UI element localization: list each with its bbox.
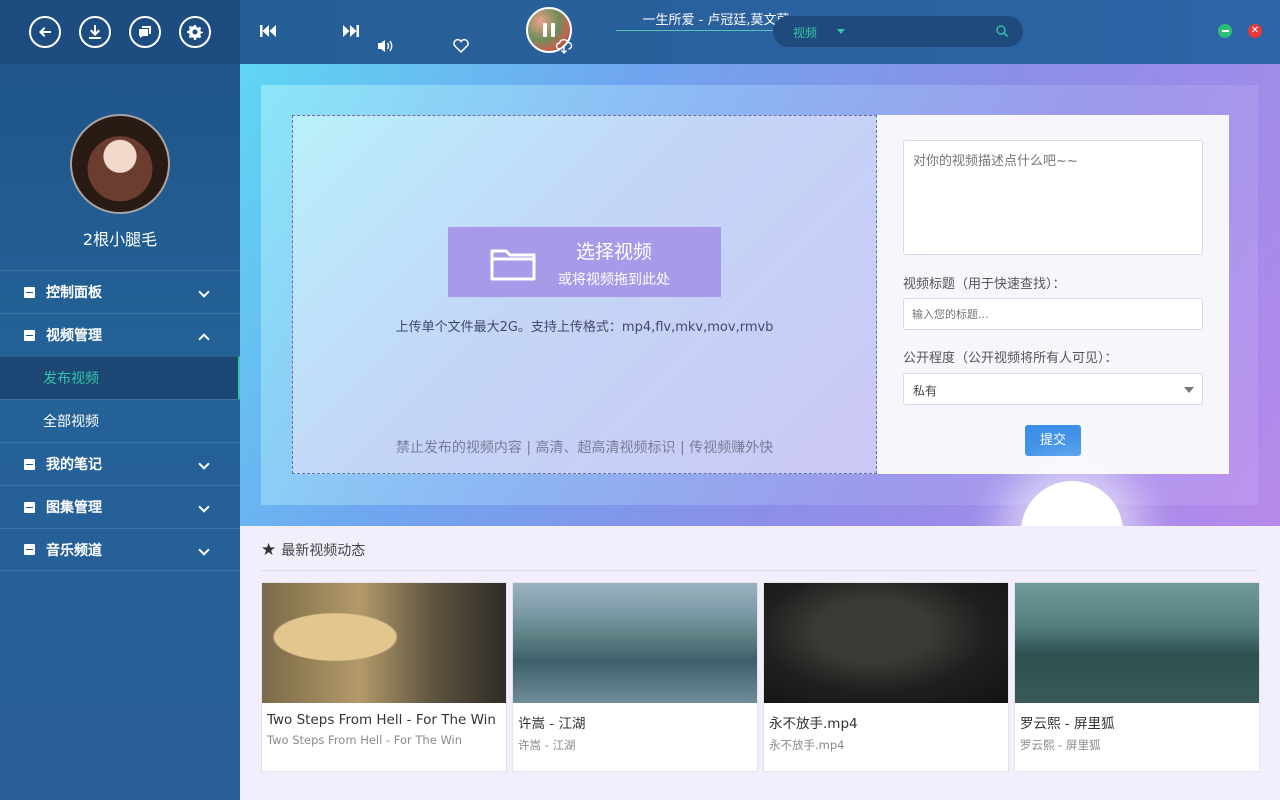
submit-button[interactable]: 提交 (1025, 425, 1081, 456)
chat-icon (139, 26, 151, 38)
sidebar-toolbar (0, 0, 240, 64)
upload-panel: 选择视频 或将视频拖到此处 上传单个文件最大2G。支持上传格式：mp4,flv,… (240, 64, 1280, 583)
sidebar-item-label: 音乐频道 (46, 542, 102, 559)
sidebar: 2根小腿毛 控制面板 视频管理 发布视频 全部视频 我的笔记 图集管理 音乐频道 (0, 0, 240, 800)
upload-format-hint: 上传单个文件最大2G。支持上传格式：mp4,flv,mkv,mov,rmvb (395, 320, 774, 335)
privacy-label: 公开程度（公开视频将所有人可见）： (903, 351, 1118, 366)
section-title: 最新视频动态 (281, 543, 366, 559)
close-button[interactable]: ✕ (1248, 24, 1262, 38)
video-description-field[interactable] (903, 140, 1203, 255)
video-card[interactable]: 罗云熙 - 屏里狐 罗云熙 - 屏里狐 (1014, 582, 1260, 772)
video-title-label: 视频标题（用于快速查找）： (903, 277, 1066, 292)
privacy-select[interactable]: 私有 (903, 373, 1203, 405)
video-card-subtitle: 罗云熙 - 屏里狐 (1020, 738, 1101, 752)
sidebar-item-music[interactable]: 音乐频道 (0, 528, 240, 571)
video-card-title: 永不放手.mp4 (769, 716, 858, 732)
chevron-down-icon (198, 286, 210, 298)
favorite-button[interactable] (452, 38, 470, 54)
latest-videos-section: ★ 最新视频动态 Two Steps From Hell - For The W… (240, 526, 1280, 800)
chevron-down-icon (198, 501, 210, 513)
back-button[interactable] (29, 16, 61, 48)
chevron-up-icon (198, 333, 210, 345)
main-content: 选择视频 或将视频拖到此处 上传单个文件最大2G。支持上传格式：mp4,flv,… (240, 64, 1280, 800)
video-card[interactable]: 许嵩 - 江湖 许嵩 - 江湖 (512, 582, 758, 772)
top-bar: 一生所爱 - 卢冠廷,莫文蔚 视频 ✕ (240, 0, 1280, 64)
video-info-form: 视频标题（用于快速查找）： 公开程度（公开视频将所有人可见）： 私有 提交 (877, 115, 1229, 474)
video-thumbnail (764, 583, 1008, 703)
video-card[interactable]: 永不放手.mp4 永不放手.mp4 (763, 582, 1009, 772)
menu-square-icon (24, 286, 35, 298)
avatar[interactable] (70, 114, 170, 214)
sidebar-menu: 控制面板 视频管理 发布视频 全部视频 我的笔记 图集管理 音乐频道 (0, 270, 240, 571)
video-card-subtitle: 许嵩 - 江湖 (518, 738, 576, 752)
folder-icon (490, 249, 536, 281)
choose-video-label: 选择视频 (576, 241, 653, 263)
star-icon: ★ (261, 540, 277, 560)
previous-track-button[interactable] (258, 22, 278, 40)
video-card-title: 罗云熙 - 屏里狐 (1020, 716, 1115, 732)
section-header: ★ 最新视频动态 (261, 540, 365, 560)
gear-icon (187, 25, 203, 40)
pause-icon (543, 23, 555, 37)
sidebar-item-notes[interactable]: 我的笔记 (0, 442, 240, 485)
skip-forward-icon (343, 25, 359, 37)
video-thumbnail (262, 583, 506, 703)
sidebar-subitem-publish-video[interactable]: 发布视频 (0, 356, 240, 399)
video-card-list: Two Steps From Hell - For The Win Two St… (261, 582, 1260, 772)
menu-square-icon (24, 544, 35, 555)
drag-hint-label: 或将视频拖到此处 (558, 272, 670, 288)
next-track-button[interactable] (341, 22, 361, 40)
cloud-download-icon (555, 39, 573, 54)
caret-down-icon (1184, 387, 1194, 393)
volume-button[interactable] (377, 38, 395, 54)
volume-icon (378, 40, 393, 52)
choose-video-button[interactable]: 选择视频 或将视频拖到此处 (448, 227, 721, 297)
sidebar-item-label: 图集管理 (46, 500, 102, 516)
video-card-subtitle: Two Steps From Hell - For The Win (267, 733, 463, 747)
sidebar-item-label: 我的笔记 (46, 457, 102, 473)
chevron-down-icon (198, 544, 210, 556)
video-thumbnail (513, 583, 757, 703)
skip-back-icon (260, 25, 276, 37)
search-icon[interactable] (995, 24, 1009, 38)
sidebar-item-label: 控制面板 (46, 285, 102, 301)
minimize-button[interactable] (1218, 24, 1232, 38)
download-icon (89, 25, 101, 39)
video-thumbnail (1015, 583, 1259, 703)
sidebar-item-video-management[interactable]: 视频管理 (0, 313, 240, 356)
heart-icon (453, 38, 469, 54)
sidebar-subitem-all-videos[interactable]: 全部视频 (0, 399, 240, 442)
username: 2根小腿毛 (82, 230, 158, 249)
divider (261, 570, 1258, 571)
video-drop-zone[interactable]: 选择视频 或将视频拖到此处 上传单个文件最大2G。支持上传格式：mp4,flv,… (292, 115, 877, 474)
sidebar-item-dashboard[interactable]: 控制面板 (0, 270, 240, 313)
download-button[interactable] (79, 16, 111, 48)
privacy-select-value: 私有 (913, 384, 938, 398)
sidebar-item-gallery[interactable]: 图集管理 (0, 485, 240, 528)
video-card-title: Two Steps From Hell - For The Win (267, 712, 496, 728)
upload-links-text: 禁止发布的视频内容 | 高清、超高清视频标识 | 传视频赚外快 (395, 440, 774, 456)
arrow-left-icon (39, 27, 51, 37)
video-card[interactable]: Two Steps From Hell - For The Win Two St… (261, 582, 507, 772)
search-category-select[interactable]: 视频 (793, 24, 817, 41)
sidebar-item-label: 视频管理 (46, 328, 102, 344)
messages-button[interactable] (129, 16, 161, 48)
menu-square-icon (24, 329, 35, 341)
settings-button[interactable] (179, 16, 211, 48)
cloud-download-button[interactable] (555, 38, 573, 54)
video-card-title: 许嵩 - 江湖 (518, 716, 586, 732)
video-card-subtitle: 永不放手.mp4 (769, 738, 845, 752)
menu-square-icon (24, 501, 35, 513)
chevron-down-icon (198, 458, 210, 470)
caret-down-icon (837, 29, 845, 34)
menu-square-icon (24, 458, 35, 470)
video-title-input[interactable] (903, 298, 1203, 330)
search-bar[interactable]: 视频 (773, 16, 1023, 47)
close-icon: ✕ (1250, 25, 1260, 36)
